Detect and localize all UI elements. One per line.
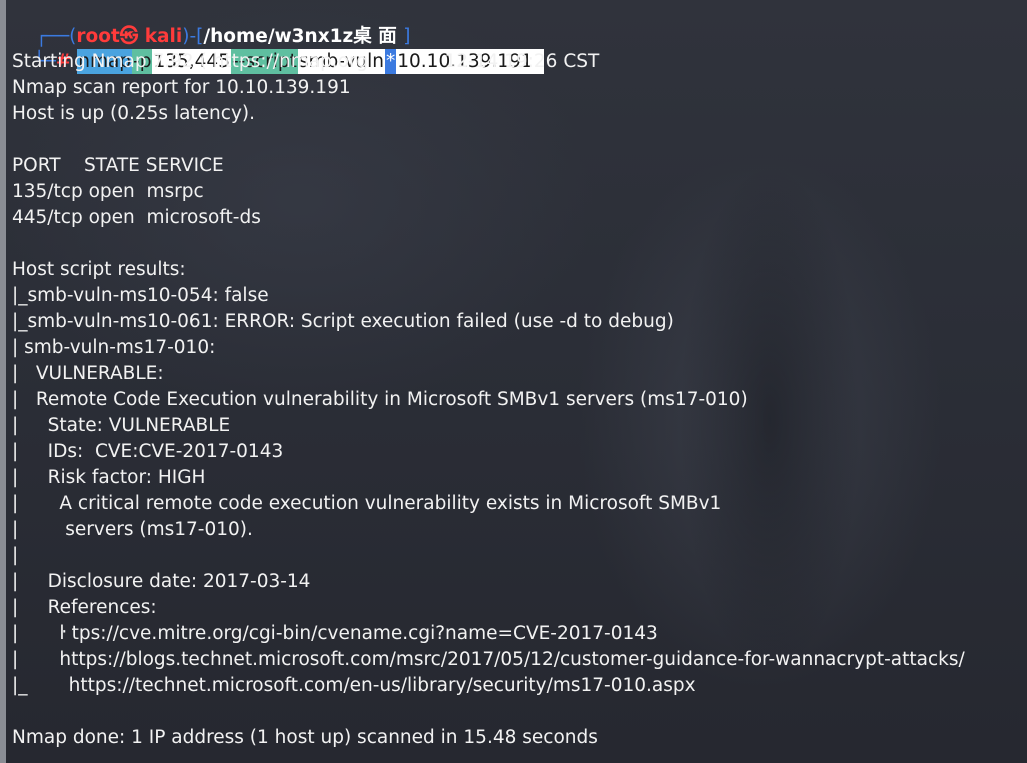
output-line: | Disclosure date: 2017-03-14	[12, 571, 311, 592]
output-line: 135/tcp open msrpc	[12, 181, 204, 202]
output-line: 445/tcp open microsoft-ds	[12, 207, 261, 228]
output-line: Nmap done: 1 IP address (1 host up) scan…	[12, 727, 598, 748]
output-line: PORT STATE SERVICE	[12, 155, 224, 176]
output-line: Nmap scan report for 10.10.139.191	[12, 77, 351, 98]
output-line: | IDs: CVE:CVE-2017-0143	[12, 441, 284, 462]
prompt-header: ┌──(root㉿ kali)-[/home/w3nx1z桌 面 ]	[10, 0, 411, 47]
output-line: | Risk factor: HIGH	[12, 467, 206, 488]
output-line: | ŀ tps://cve.mitre.org/cgi-bin/cvename.…	[12, 623, 658, 644]
output-line: | smb-vuln-ms17-010:	[12, 337, 216, 358]
output-line: | A critical remote code execution vulne…	[12, 493, 722, 514]
output-line: |_ https://technet.microsoft.com/en-us/l…	[12, 675, 696, 696]
output-line: | Remote Code Execution vulnerability in…	[12, 389, 748, 410]
output-line: | VULNERABLE:	[12, 363, 164, 384]
command-line[interactable]: └─# nmap -p 135,445 --script smb-vuln * 10.10.…	[10, 23, 544, 74]
output-line: | https://blogs.technet.microsoft.com/ms…	[12, 649, 965, 670]
output-line: |	[12, 545, 19, 566]
output-line: Starting Nmap 7.92 ( https://nmap.org 12…	[12, 51, 600, 72]
output-line: |_smb-vuln-ms10-054: false	[12, 285, 269, 306]
output-line: Host is up (0.25s latency).	[12, 103, 255, 124]
window-left-border	[0, 0, 6, 763]
output-line: Host script results:	[12, 259, 186, 280]
output-line: |_smb-vuln-ms10-061: ERROR: Script execu…	[12, 311, 674, 332]
output-line: | State: VULNERABLE	[12, 415, 231, 436]
output-line: | References:	[12, 597, 157, 618]
output-line: | servers (ms17-010).	[12, 519, 253, 540]
